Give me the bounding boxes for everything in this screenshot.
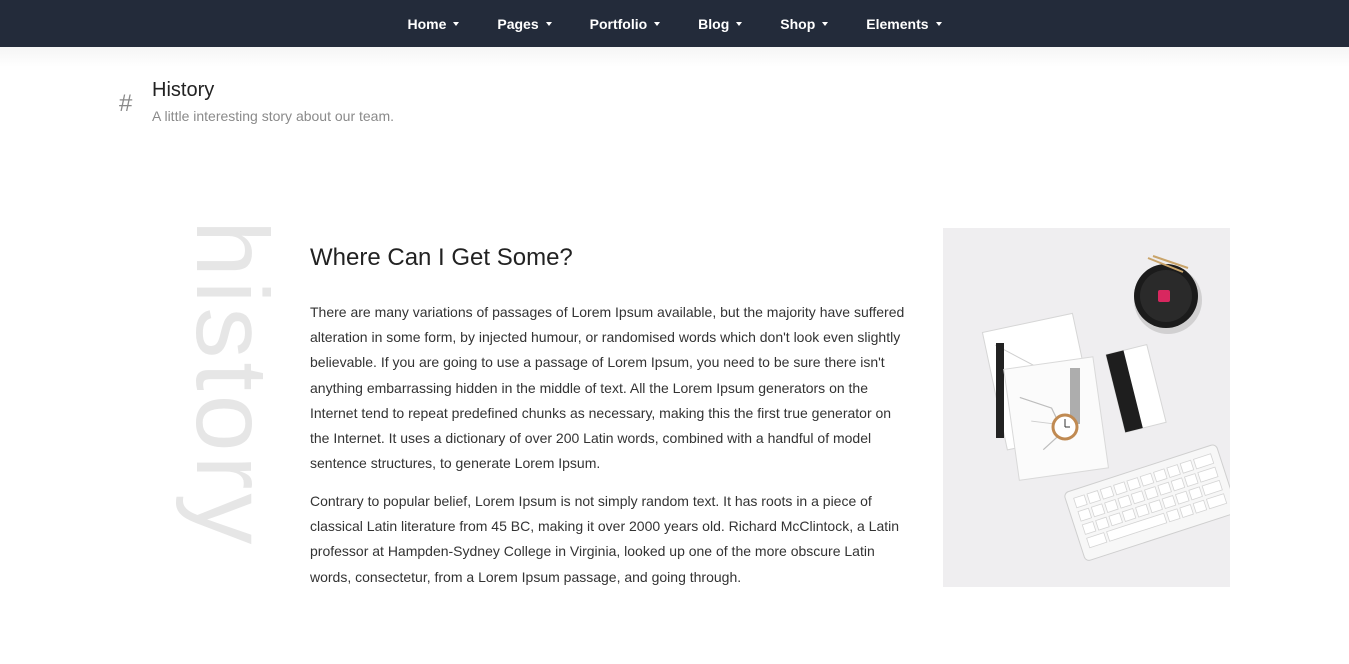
nav-menu: Home Pages Portfolio Blog Shop Elements bbox=[388, 0, 960, 47]
caret-down-icon bbox=[822, 22, 829, 26]
content-paragraph: Contrary to popular belief, Lorem Ipsum … bbox=[310, 493, 900, 585]
nav-item-label: Blog bbox=[698, 15, 730, 32]
nav-item-elements[interactable]: Elements bbox=[847, 0, 960, 47]
vertical-watermark-text: history bbox=[175, 220, 289, 549]
nav-item-home[interactable]: Home bbox=[388, 0, 478, 47]
desk-flatlay-image bbox=[943, 228, 1230, 587]
caret-down-icon bbox=[545, 22, 552, 26]
nav-item-blog[interactable]: Blog bbox=[679, 0, 761, 47]
desk-flatlay-illustration bbox=[943, 228, 1230, 587]
top-navigation: Home Pages Portfolio Blog Shop Elements bbox=[0, 0, 1349, 47]
nav-item-shop[interactable]: Shop bbox=[761, 0, 847, 47]
content-heading: Where Can I Get Some? bbox=[310, 244, 573, 271]
nav-shadow bbox=[0, 47, 1349, 67]
caret-down-icon bbox=[654, 22, 661, 26]
content-paragraph: There are many variations of passages of… bbox=[310, 304, 905, 472]
nav-item-label: Pages bbox=[497, 15, 539, 32]
nav-item-label: Elements bbox=[866, 15, 929, 32]
nav-item-label: Shop bbox=[780, 15, 816, 32]
nav-item-label: Portfolio bbox=[589, 15, 648, 32]
nav-item-portfolio[interactable]: Portfolio bbox=[571, 0, 680, 47]
caret-down-icon bbox=[935, 22, 942, 26]
nav-item-pages[interactable]: Pages bbox=[478, 0, 570, 47]
section-title: History bbox=[152, 79, 215, 101]
section-subtitle: A little interesting story about our tea… bbox=[152, 108, 395, 124]
hash-icon: # bbox=[119, 90, 133, 117]
caret-down-icon bbox=[453, 22, 460, 26]
caret-down-icon bbox=[736, 22, 743, 26]
nav-item-label: Home bbox=[407, 15, 447, 32]
